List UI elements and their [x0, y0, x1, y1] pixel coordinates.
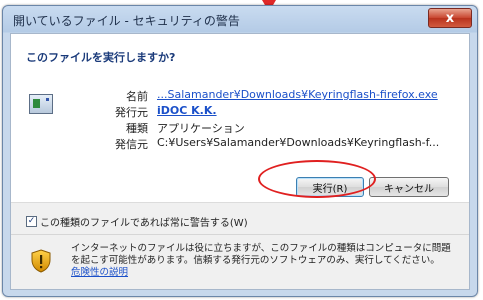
dialog-body: このファイルを実行しますか? 名前 ...Salamander¥Download… [10, 33, 470, 290]
risk-explanation-link[interactable]: 危険性の説明 [71, 267, 128, 278]
always-warn-checkbox[interactable]: ✓ [26, 216, 37, 227]
security-warning-dialog: 開いているファイル - セキュリティの警告 x このファイルを実行しますか? 名… [2, 5, 478, 297]
annotation-highlight-oval [258, 160, 376, 198]
screenshot-stage: … 開いているファイル - セキュリティの警告 x このファイルを実行しますか?… [0, 0, 483, 300]
publisher-link[interactable]: iDOC K.K. [157, 104, 217, 117]
close-icon: x [445, 10, 455, 26]
file-name-link[interactable]: ...Salamander¥Downloads¥Keyringflash-fir… [157, 88, 438, 101]
prompt-panel: このファイルを実行しますか? 名前 ...Salamander¥Download… [11, 34, 469, 203]
field-from-label: 発信元 [115, 138, 148, 151]
title-bar[interactable]: 開いているファイル - セキュリティの警告 x [3, 6, 477, 33]
field-publisher-label: 発行元 [115, 106, 148, 119]
close-button[interactable]: x [428, 8, 472, 28]
always-warn-label: この種類のファイルであれば常に警告する(W) [40, 218, 248, 229]
field-type-label: 種類 [126, 122, 148, 135]
window-title: 開いているファイル - セキュリティの警告 [13, 14, 240, 28]
warning-panel: インターネットのファイルは役に立ちますが、このファイルの種類はコンピュータに問題… [11, 234, 469, 290]
cancel-button[interactable]: キャンセル [369, 177, 449, 197]
warning-text: インターネットのファイルは役に立ちますが、このファイルの種類はコンピュータに問題… [71, 243, 451, 266]
prompt-question: このファイルを実行しますか? [26, 51, 176, 64]
security-shield-icon [31, 249, 51, 273]
field-name-label: 名前 [126, 90, 148, 103]
always-warn-option[interactable]: ✓ この種類のファイルであれば常に警告する(W) [26, 214, 248, 229]
application-file-icon [29, 94, 53, 114]
file-source-value: C:¥Users¥Salamander¥Downloads¥Keyringfla… [157, 136, 440, 149]
warning-message: インターネットのファイルは役に立ちますが、このファイルの種類はコンピュータに問題… [71, 243, 451, 279]
file-type-value: アプリケーション [157, 122, 245, 135]
